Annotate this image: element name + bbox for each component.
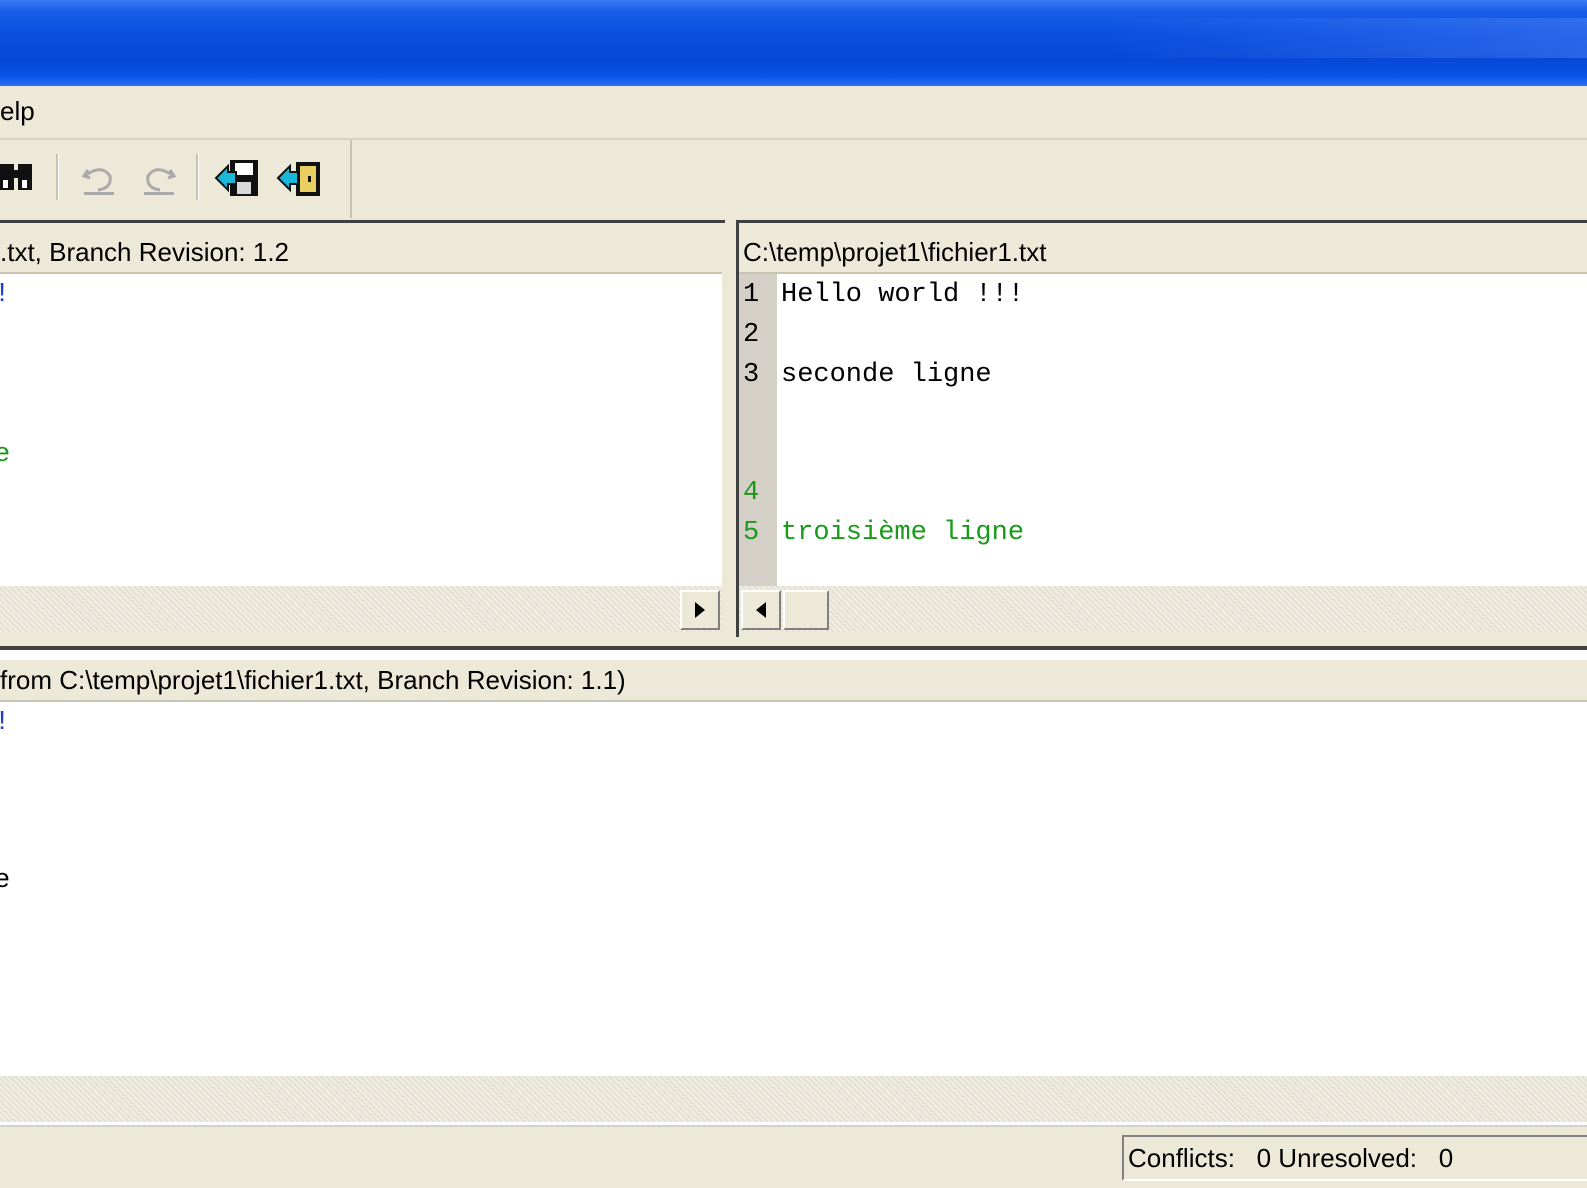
left-pane-title: .txt, Branch Revision: 1.2 — [0, 237, 290, 267]
line-number-3: 3 — [743, 360, 760, 390]
title-bar-shine — [1107, 18, 1587, 58]
toolbar — [0, 140, 1587, 220]
code-line-5: troisième ligne — [781, 518, 1025, 548]
redo-button[interactable] — [134, 154, 182, 202]
left-pane-header: .txt, Branch Revision: 1.2 — [0, 232, 722, 274]
undo-icon — [81, 168, 114, 195]
unresolved-count: 0 — [1438, 1143, 1454, 1173]
unresolved-label: Unresolved: — [1278, 1143, 1418, 1173]
right-pane[interactable]: C:\temp\projet1\fichier1.txt 1 Hello wor… — [739, 232, 1587, 632]
menu-bar: elp — [0, 86, 1587, 140]
left-pane[interactable]: .txt, Branch Revision: 1.2 ! e — [0, 232, 722, 632]
horizontal-splitter[interactable] — [0, 646, 1587, 650]
status-bar: Conflicts: 0 Unresolved: 0 — [0, 1125, 1587, 1188]
line-number-2: 2 — [743, 320, 760, 350]
toolbar-separator — [56, 154, 59, 200]
menu-help[interactable]: elp — [0, 96, 35, 127]
merge-hscrollbar[interactable] — [0, 1076, 1587, 1122]
exit-icon — [276, 162, 320, 196]
exit-button[interactable] — [276, 154, 324, 202]
line-number-5: 5 — [743, 518, 760, 548]
left-hscrollbar[interactable] — [0, 586, 722, 632]
left-code-line-1: ! — [0, 280, 10, 310]
conflicts-count: 0 — [1256, 1143, 1272, 1173]
scroll-right-button[interactable] — [680, 590, 720, 630]
save-merge-button[interactable] — [214, 154, 262, 202]
find-icon — [0, 164, 32, 190]
line-number-1: 1 — [743, 280, 760, 310]
merge-code-line-1: ! — [0, 708, 10, 738]
conflicts-label: Conflicts: — [1128, 1143, 1235, 1173]
toolbar-band — [0, 140, 352, 218]
find-button[interactable] — [0, 154, 48, 202]
undo-button[interactable] — [76, 154, 124, 202]
scroll-left-button[interactable] — [741, 590, 781, 630]
right-pane-header: C:\temp\projet1\fichier1.txt — [739, 232, 1587, 274]
save-icon — [214, 160, 258, 196]
line-number-4: 4 — [743, 478, 760, 508]
toolbar-separator — [196, 154, 199, 200]
merge-pane-header: from C:\temp\projet1\fichier1.txt, Branc… — [0, 660, 1587, 702]
code-line-3: seconde ligne — [781, 360, 992, 390]
merge-code-line-3: e — [0, 866, 11, 896]
merge-pane-title: from C:\temp\projet1\fichier1.txt, Branc… — [0, 665, 626, 695]
title-bar[interactable] — [0, 0, 1587, 86]
right-hscrollbar[interactable] — [739, 586, 1587, 632]
scroll-left-icon — [756, 602, 766, 618]
merge-result-pane[interactable]: from C:\temp\projet1\fichier1.txt, Branc… — [0, 660, 1587, 1122]
scroll-right-icon — [695, 602, 705, 618]
status-panel-conflicts: Conflicts: 0 Unresolved: 0 — [1122, 1135, 1587, 1181]
code-line-1: Hello world !!! — [781, 280, 1025, 310]
left-code-line-3: e — [0, 440, 11, 470]
redo-icon — [144, 168, 177, 195]
right-pane-title: C:\temp\projet1\fichier1.txt — [743, 237, 1047, 267]
scroll-thumb[interactable] — [783, 590, 829, 630]
